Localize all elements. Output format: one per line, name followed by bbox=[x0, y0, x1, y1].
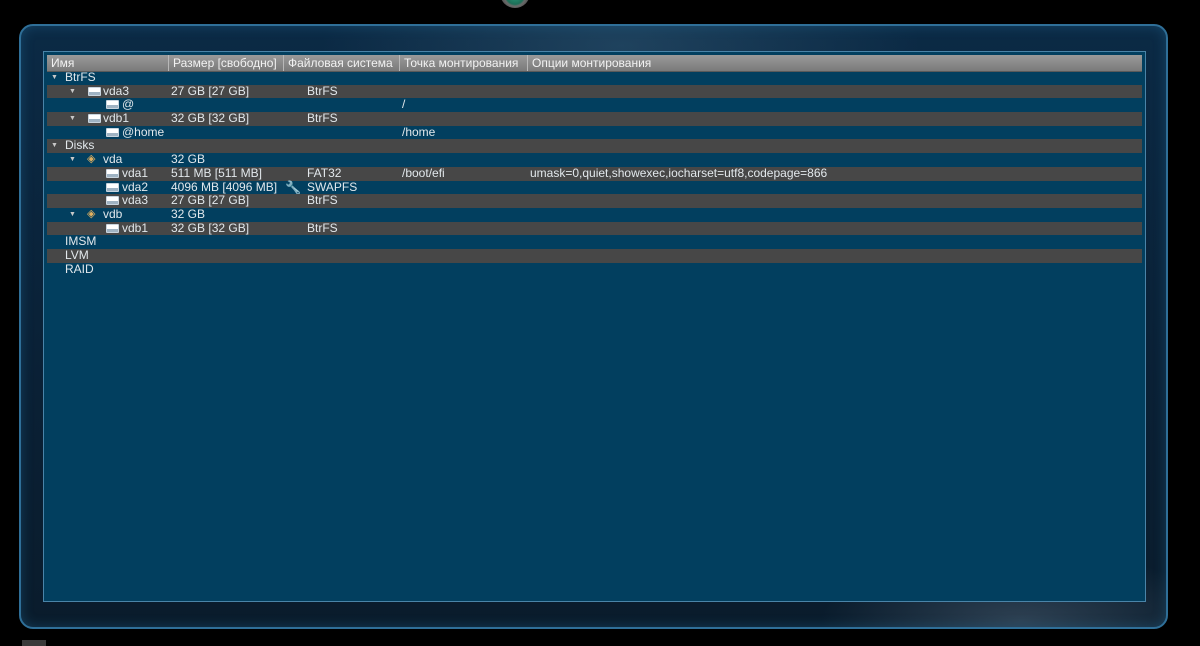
row-size: 32 GB [32 GB] bbox=[171, 220, 250, 235]
tree-row[interactable]: ▼ ◈ vda 32 GB bbox=[47, 152, 1142, 167]
hard-disk-icon: ◈ bbox=[87, 207, 96, 220]
tree-row[interactable]: @home/home bbox=[47, 124, 1142, 140]
column-header-mountpoint[interactable]: Точка монтирования bbox=[400, 55, 528, 71]
row-name: vda3 bbox=[103, 83, 130, 98]
table-header: Имя Размер [свободно] Файловая система Т… bbox=[47, 55, 1142, 72]
bottom-edge-mark bbox=[22, 640, 46, 646]
drive-icon bbox=[88, 114, 101, 124]
row-size: 4096 MB [4096 MB] bbox=[171, 179, 278, 194]
wrench-icon: 🔧 bbox=[285, 179, 302, 195]
row-filesystem: BtrFS bbox=[307, 220, 338, 235]
partition-tree-view[interactable]: Имя Размер [свободно] Файловая система Т… bbox=[43, 51, 1146, 602]
row-name: RAID bbox=[65, 261, 94, 276]
drive-icon bbox=[106, 223, 119, 233]
column-header-mount-options[interactable]: Опции монтирования bbox=[528, 55, 1144, 71]
row-mountpoint: / bbox=[402, 97, 406, 112]
drive-icon bbox=[106, 100, 119, 110]
drive-icon bbox=[106, 127, 119, 137]
row-size: 32 GB bbox=[171, 206, 206, 221]
row-filesystem: FAT32 bbox=[307, 165, 342, 180]
row-name: vdb1 bbox=[103, 111, 130, 126]
column-header-name[interactable]: Имя bbox=[47, 55, 169, 71]
row-name: BtrFS bbox=[65, 70, 96, 84]
row-name: vdb1 bbox=[122, 220, 149, 235]
expand-arrow-icon[interactable]: ▼ bbox=[51, 71, 58, 85]
tree-rows: ▼ BtrFS ▼ vda3 27 GB [27 GB] BtrFS @ / ▼ vdb1 32 G… bbox=[47, 70, 1142, 277]
row-name: Disks bbox=[65, 138, 95, 153]
row-size: 27 GB [27 GB] bbox=[171, 193, 250, 208]
drive-icon bbox=[106, 196, 119, 206]
row-name: @home bbox=[122, 124, 165, 139]
row-size: 32 GB [32 GB] bbox=[171, 111, 250, 126]
tree-row[interactable]: @ / bbox=[47, 98, 1142, 112]
row-mountpoint: /home bbox=[402, 124, 436, 139]
row-name: vda bbox=[103, 152, 123, 167]
row-size: 511 MB [511 MB] bbox=[171, 165, 262, 180]
expand-arrow-icon[interactable]: ▼ bbox=[51, 139, 58, 153]
tree-row[interactable]: ▼ vda3 27 GB [27 GB] BtrFS bbox=[47, 83, 1142, 99]
drive-icon bbox=[88, 86, 101, 96]
row-name: LVM bbox=[65, 247, 89, 262]
tree-row[interactable]: ▼ BtrFS bbox=[47, 70, 1142, 85]
tree-row[interactable]: vda2 4096 MB [4096 MB] 🔧 SWAPFS bbox=[47, 179, 1142, 195]
row-filesystem: BtrFS bbox=[307, 111, 338, 126]
tree-row[interactable]: ▼ vdb1 32 GB [32 GB] BtrFS bbox=[47, 111, 1142, 126]
tree-row[interactable]: vda1 511 MB [511 MB] FAT32/boot/efi umask=0… bbox=[47, 165, 1142, 181]
expand-arrow-icon[interactable]: ▼ bbox=[69, 85, 76, 99]
column-header-size[interactable]: Размер [свободно] bbox=[169, 55, 284, 71]
row-size: 27 GB [27 GB] bbox=[171, 83, 250, 98]
drive-icon bbox=[106, 182, 119, 192]
hard-disk-icon: ◈ bbox=[87, 153, 96, 166]
row-name: IMSM bbox=[65, 234, 97, 249]
top-indicator-knob bbox=[500, 0, 530, 8]
tree-row[interactable]: ▼ ◈ vdb 32 GB bbox=[47, 206, 1142, 222]
tree-row[interactable]: vda3 27 GB [27 GB] BtrFS bbox=[47, 193, 1142, 208]
expand-arrow-icon[interactable]: ▼ bbox=[69, 112, 76, 126]
tree-row[interactable]: RAID bbox=[47, 261, 1142, 277]
row-mountpoint: /boot/efi bbox=[402, 165, 445, 180]
row-name: vdb bbox=[103, 206, 123, 221]
tree-row[interactable]: ▼ Disks bbox=[47, 138, 1142, 154]
row-filesystem: BtrFS bbox=[307, 83, 338, 98]
tree-row[interactable]: IMSM bbox=[47, 235, 1142, 249]
row-filesystem: BtrFS bbox=[307, 193, 338, 208]
row-mount-options: umask=0,quiet,showexec,iocharset=utf8,co… bbox=[530, 165, 828, 180]
row-size: 32 GB bbox=[171, 152, 206, 167]
expand-arrow-icon[interactable]: ▼ bbox=[69, 153, 76, 167]
drive-icon bbox=[106, 168, 119, 178]
row-filesystem: SWAPFS bbox=[307, 179, 358, 194]
row-name: vda3 bbox=[122, 193, 149, 208]
expand-arrow-icon[interactable]: ▼ bbox=[69, 208, 76, 222]
row-name: vda1 bbox=[122, 165, 149, 180]
column-header-filesystem[interactable]: Файловая система bbox=[284, 55, 400, 71]
row-name: @ bbox=[122, 97, 135, 112]
tree-row[interactable]: LVM bbox=[47, 247, 1142, 263]
row-name: vda2 bbox=[122, 179, 149, 194]
tree-row[interactable]: vdb1 32 GB [32 GB] BtrFS bbox=[47, 220, 1142, 236]
